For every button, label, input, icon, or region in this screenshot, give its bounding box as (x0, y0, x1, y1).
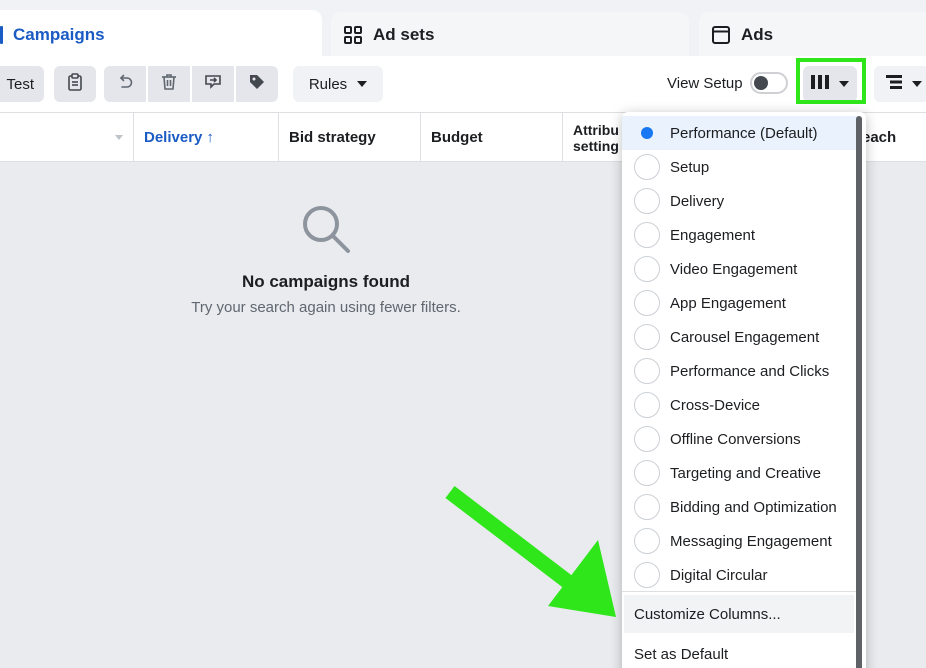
radio-icon (634, 426, 660, 452)
tab-bar: Campaigns Ad sets Ads (0, 0, 926, 60)
rules-label: Rules (308, 75, 348, 93)
radio-selected-icon (636, 122, 658, 144)
reach-header-label: each (862, 129, 897, 146)
rules-dropdown-button[interactable]: Rules (293, 66, 383, 102)
column-header-name[interactable] (0, 113, 134, 162)
menu-item-label: App Engagement (670, 294, 786, 312)
radio-icon (634, 460, 660, 486)
view-setup-label: View Setup (667, 75, 743, 92)
delivery-header-label: Delivery (144, 129, 203, 146)
empty-state-subtitle: Try your search again using fewer filter… (191, 299, 461, 316)
columns-button-highlight (796, 58, 866, 104)
set-as-default-label: Set as Default (634, 645, 729, 663)
breakdown-icon (886, 75, 902, 93)
tags-button[interactable] (236, 66, 278, 102)
menu-item-label: Engagement (670, 226, 756, 244)
radio-icon (634, 256, 660, 282)
tab-ads[interactable]: Ads (699, 12, 926, 58)
action-button-group (104, 66, 278, 102)
attribution-header-line1: Attribu (573, 121, 619, 138)
tab-ad-sets-label: Ad sets (373, 25, 435, 44)
radio-icon (634, 222, 660, 248)
delete-button[interactable] (148, 66, 190, 102)
tab-ad-sets[interactable]: Ad sets (331, 12, 689, 58)
empty-state-title: No campaigns found (241, 272, 411, 291)
radio-icon (634, 494, 660, 520)
export-icon (203, 73, 223, 96)
menu-item-targeting-and-creative[interactable]: Targeting and Creative (622, 456, 858, 490)
menu-item-label: Digital Circular (670, 566, 768, 584)
menu-item-performance-default[interactable]: Performance (Default) (622, 116, 858, 150)
tab-ads-label: Ads (741, 25, 774, 44)
menu-item-label: Cross-Device (670, 396, 761, 414)
menu-item-label: Setup (670, 158, 710, 176)
menu-item-engagement[interactable]: Engagement (622, 218, 858, 252)
ab-test-button[interactable]: Test (0, 66, 44, 102)
view-setup-toggle[interactable] (750, 72, 788, 94)
menu-item-label: Video Engagement (670, 260, 798, 278)
menu-item-messaging-engagement[interactable]: Messaging Engagement (622, 524, 858, 558)
bid-strategy-header-label: Bid strategy (289, 129, 376, 146)
menu-item-delivery[interactable]: Delivery (622, 184, 858, 218)
menu-item-digital-circular[interactable]: Digital Circular (622, 558, 858, 592)
customize-columns-label: Customize Columns... (634, 605, 781, 623)
menu-item-label: Bidding and Optimization (670, 498, 837, 516)
chevron-down-icon (115, 135, 123, 140)
ad-window-icon (711, 25, 731, 45)
menu-item-label: Performance and Clicks (670, 362, 830, 380)
set-as-default-item[interactable]: Set as Default (624, 635, 854, 668)
menu-item-label: Messaging Engagement (670, 532, 832, 550)
radio-icon (634, 290, 660, 316)
column-header-budget[interactable]: Budget (421, 113, 563, 162)
column-header-reach[interactable]: each (858, 113, 926, 162)
search-icon (301, 204, 353, 261)
menu-item-label: Delivery (670, 192, 725, 210)
tab-campaigns[interactable]: Campaigns (0, 10, 322, 60)
tab-campaigns-label: Campaigns (13, 25, 105, 44)
menu-item-performance-and-clicks[interactable]: Performance and Clicks (622, 354, 858, 388)
customize-columns-item[interactable]: Customize Columns... (624, 595, 854, 633)
menu-item-bidding-and-optimization[interactable]: Bidding and Optimization (622, 490, 858, 524)
active-tab-indicator (0, 26, 3, 44)
trash-icon (161, 73, 177, 96)
undo-icon (116, 73, 134, 96)
budget-header-label: Budget (431, 129, 483, 146)
tag-icon (248, 73, 266, 96)
ab-test-label: Test (6, 75, 34, 93)
radio-icon (634, 392, 660, 418)
toggle-knob (754, 76, 768, 90)
attribution-header-line2: setting (573, 137, 619, 154)
sort-ascending-icon: ↑ (206, 129, 214, 146)
menu-scrollbar[interactable] (856, 116, 862, 668)
radio-icon (634, 358, 660, 384)
toolbar: Test Rules View Setup (0, 56, 926, 112)
chevron-down-icon (912, 81, 922, 87)
breakdown-dropdown-button[interactable] (874, 66, 926, 102)
menu-item-video-engagement[interactable]: Video Engagement (622, 252, 858, 286)
radio-icon (634, 528, 660, 554)
clipboard-icon (67, 73, 83, 95)
export-button[interactable] (192, 66, 234, 102)
menu-item-label: Carousel Engagement (670, 328, 820, 346)
duplicate-button[interactable] (54, 66, 96, 102)
columns-dropdown-menu: Performance (Default) Setup Delivery Eng… (622, 112, 866, 668)
chevron-down-icon (357, 81, 368, 87)
radio-icon (634, 324, 660, 350)
menu-item-label: Offline Conversions (670, 430, 801, 448)
radio-icon (634, 562, 660, 588)
menu-item-carousel-engagement[interactable]: Carousel Engagement (622, 320, 858, 354)
menu-item-cross-device[interactable]: Cross-Device (622, 388, 858, 422)
radio-icon (634, 154, 660, 180)
menu-item-app-engagement[interactable]: App Engagement (622, 286, 858, 320)
undo-button[interactable] (104, 66, 146, 102)
grid-icon (343, 25, 363, 45)
menu-item-setup[interactable]: Setup (622, 150, 858, 184)
column-header-bid-strategy[interactable]: Bid strategy (279, 113, 421, 162)
menu-item-label: Performance (Default) (670, 124, 818, 142)
menu-item-label: Targeting and Creative (670, 464, 821, 482)
radio-icon (634, 188, 660, 214)
column-header-delivery[interactable]: Delivery ↑ (134, 113, 279, 162)
menu-item-offline-conversions[interactable]: Offline Conversions (622, 422, 858, 456)
menu-divider (622, 591, 858, 592)
